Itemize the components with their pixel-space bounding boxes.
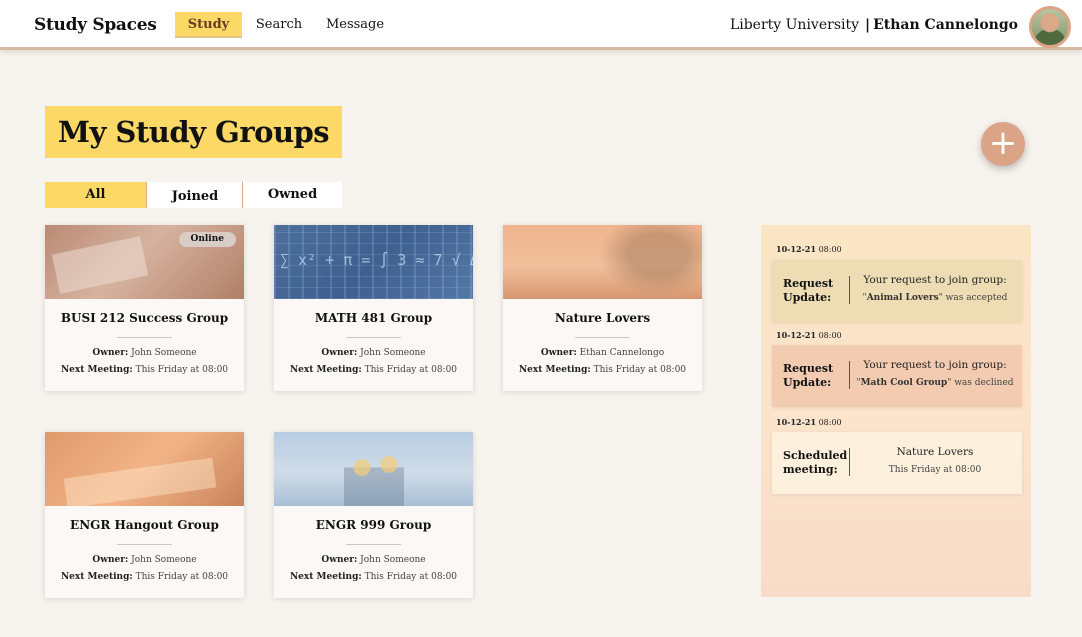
divider — [346, 544, 401, 545]
group-owner: Owner: John Someone — [321, 555, 426, 565]
notification-message: Your request to join group: — [863, 274, 1007, 286]
university-name: Liberty University — [729, 17, 860, 33]
group-next-meeting: Next Meeting: This Friday at 08:00 — [518, 365, 687, 375]
group-title: BUSI 212 Success Group — [60, 311, 229, 325]
add-group-button[interactable]: + — [981, 122, 1025, 166]
group-card-busi-212[interactable]: Online BUSI 212 Success Group Owner: Joh… — [45, 225, 244, 391]
group-next-meeting: Next Meeting: This Friday at 08:00 — [289, 365, 458, 375]
group-next-meeting: Next Meeting: This Friday at 08:00 — [60, 365, 229, 375]
group-next-meeting: Next Meeting: This Friday at 08:00 — [60, 572, 229, 582]
notification-item[interactable]: Scheduled meeting: Nature Lovers This Fr… — [772, 432, 1022, 494]
group-owner: Owner: John Someone — [92, 348, 197, 358]
plus-icon: + — [988, 123, 1018, 163]
divider — [849, 361, 850, 389]
divider — [849, 276, 850, 304]
avatar[interactable] — [1029, 6, 1071, 48]
notification-type: Scheduled meeting: — [783, 449, 848, 476]
group-card-nature-lovers[interactable]: Nature Lovers Owner: Ethan Cannelongo Ne… — [503, 225, 702, 391]
group-title: MATH 481 Group — [314, 311, 433, 325]
user-info: Liberty University | Ethan Cannelongo — [730, 17, 1018, 33]
divider — [117, 544, 172, 545]
group-title: ENGR 999 Group — [315, 518, 432, 532]
notification-timestamp: 10-12-21 08:00 — [776, 244, 842, 254]
group-image: Online — [45, 225, 244, 299]
group-image — [45, 432, 244, 506]
notification-message: Nature Lovers — [896, 446, 974, 458]
group-owner: Owner: John Someone — [92, 555, 197, 565]
group-next-meeting: Next Meeting: This Friday at 08:00 — [289, 572, 458, 582]
nav-search[interactable]: Search — [252, 12, 306, 38]
notification-timestamp: 10-12-21 08:00 — [776, 330, 842, 340]
group-title: Nature Lovers — [554, 311, 651, 325]
divider — [575, 337, 630, 338]
notification-item[interactable]: Request Update: Your request to join gro… — [772, 260, 1022, 322]
filter-tab-joined[interactable]: Joined — [146, 182, 243, 208]
notification-detail: "Animal Lovers" was accepted — [862, 293, 1008, 303]
notification-type: Request Update: — [783, 277, 834, 304]
group-owner: Owner: John Someone — [321, 348, 426, 358]
notification-detail: "Math Cool Group" was declined — [856, 378, 1014, 388]
notifications-panel: 10-12-21 08:00 Request Update: Your requ… — [761, 225, 1031, 597]
nav-message[interactable]: Message — [322, 12, 388, 38]
group-owner: Owner: Ethan Cannelongo — [540, 348, 665, 358]
group-card-engr-hangout[interactable]: ENGR Hangout Group Owner: John Someone N… — [45, 432, 244, 598]
notification-item[interactable]: Request Update: Your request to join gro… — [772, 345, 1022, 407]
online-badge: Online — [178, 232, 236, 247]
page-title: My Study Groups — [45, 106, 342, 158]
divider — [346, 337, 401, 338]
notification-type: Request Update: — [783, 362, 834, 389]
notification-timestamp: 10-12-21 08:00 — [776, 417, 842, 427]
brand-logo[interactable]: Study Spaces — [34, 15, 157, 35]
top-navbar: Study Spaces Study Search Message Libert… — [0, 0, 1082, 50]
group-card-engr-999[interactable]: ENGR 999 Group Owner: John Someone Next … — [274, 432, 473, 598]
divider — [117, 337, 172, 338]
group-image — [274, 225, 473, 299]
notification-detail: This Friday at 08:00 — [888, 465, 982, 475]
user-name[interactable]: Ethan Cannelongo — [873, 17, 1018, 33]
group-image — [274, 432, 473, 506]
filter-tab-all[interactable]: All — [45, 182, 146, 208]
group-card-math-481[interactable]: MATH 481 Group Owner: John Someone Next … — [274, 225, 473, 391]
filter-tab-owned[interactable]: Owned — [242, 182, 342, 208]
divider — [849, 448, 850, 476]
nav-study[interactable]: Study — [175, 12, 242, 38]
group-title: ENGR Hangout Group — [70, 518, 219, 532]
notification-message: Your request to join group: — [863, 359, 1007, 371]
user-separator: | — [865, 17, 871, 33]
group-image — [503, 225, 702, 299]
